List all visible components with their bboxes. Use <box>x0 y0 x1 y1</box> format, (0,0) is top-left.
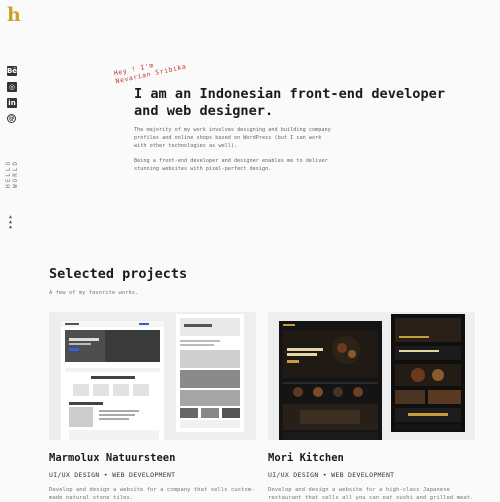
project-title[interactable]: Marmolux Natuursteen <box>49 452 175 464</box>
scroll-down-icon[interactable]: ▲ ▲ ▲ <box>9 215 12 230</box>
project-tags: UI/UX DESIGN • WEB DEVELOPMENT <box>49 471 176 479</box>
site-logo[interactable]: h <box>7 6 21 25</box>
project-thumbnail-mori-kitchen[interactable] <box>268 312 475 440</box>
github-icon[interactable]: ◎ <box>7 82 17 92</box>
project-thumbnail-marmolux[interactable] <box>49 312 256 440</box>
hero-paragraph-2: Being a front-end developer and designer… <box>134 158 328 172</box>
social-links: Bē ◎ in @ <box>7 66 17 123</box>
project-tags: UI/UX DESIGN • WEB DEVELOPMENT <box>268 471 395 479</box>
hero-headline: I am an Indonesian front-end developer a… <box>134 86 445 119</box>
mori-kitchen-preview-image <box>268 312 475 440</box>
at-icon[interactable]: @ <box>7 114 16 123</box>
linkedin-icon[interactable]: in <box>7 98 17 108</box>
sidebar-vertical-text: HELLO WORLD <box>5 160 19 189</box>
section-title: Selected projects <box>49 266 188 282</box>
marmolux-preview-image <box>49 312 256 440</box>
handwritten-greeting: Hey ! I'm Nevarian Sribika <box>113 55 187 85</box>
project-title[interactable]: Mori Kitchen <box>268 452 344 464</box>
behance-icon[interactable]: Bē <box>7 66 17 76</box>
section-subtitle: A few of my favorite works. <box>49 290 139 296</box>
hero-paragraph-1: The majority of my work involves designi… <box>134 127 331 149</box>
